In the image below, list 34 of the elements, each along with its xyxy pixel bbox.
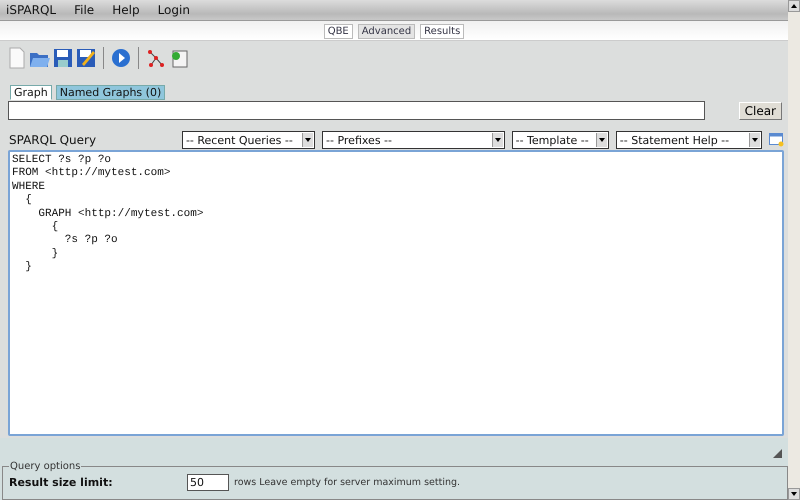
graph-icon[interactable]: [147, 49, 165, 67]
dropdown[interactable]: -- Template --: [512, 131, 609, 149]
floppy-pencil-icon[interactable]: [76, 48, 96, 68]
menu-item[interactable]: Login: [158, 3, 190, 17]
limit-hint: rows Leave empty for server maximum setting.: [234, 477, 460, 488]
query-label: SPARQL Query: [9, 133, 98, 147]
query-editor[interactable]: SELECT ?s ?p ?o FROM <http://mytest.com> WHERE { GRAPH <http://mytest.com> { ?s ?p ?o } }: [8, 150, 784, 436]
graph-tab[interactable]: Graph: [10, 85, 52, 100]
view-tab[interactable]: QBE: [324, 24, 353, 39]
caret-icon[interactable]: [598, 138, 605, 142]
scroll-up-icon[interactable]: [791, 4, 797, 8]
view-tab[interactable]: Advanced: [358, 24, 416, 39]
menu-item[interactable]: Help: [112, 3, 140, 17]
scroll-down-icon[interactable]: [791, 492, 797, 496]
menu-item[interactable]: File: [74, 3, 94, 17]
menu-item[interactable]: iSPARQL: [6, 3, 56, 17]
scrollbar[interactable]: [788, 0, 800, 500]
new-window-icon[interactable]: [769, 133, 784, 147]
graph-field[interactable]: [8, 100, 705, 120]
caret-icon[interactable]: [752, 138, 758, 142]
dropdown[interactable]: -- Recent Queries --: [182, 131, 316, 149]
import-icon[interactable]: [170, 48, 188, 68]
options-legend: Query options: [9, 461, 82, 472]
resize-grip-icon[interactable]: [773, 449, 782, 458]
view-tab[interactable]: Results: [420, 24, 464, 39]
graph-tab[interactable]: Named Graphs (0): [56, 85, 166, 100]
caret-icon[interactable]: [305, 138, 312, 142]
limit-field[interactable]: 50: [187, 474, 229, 491]
caret-icon[interactable]: [494, 138, 501, 142]
dropdown[interactable]: -- Prefixes --: [322, 131, 505, 149]
dropdown[interactable]: -- Statement Help --: [616, 131, 762, 149]
play-icon[interactable]: [111, 48, 131, 68]
limit-label: Result size limit:: [9, 476, 114, 489]
clear-button[interactable]: Clear: [738, 102, 782, 120]
